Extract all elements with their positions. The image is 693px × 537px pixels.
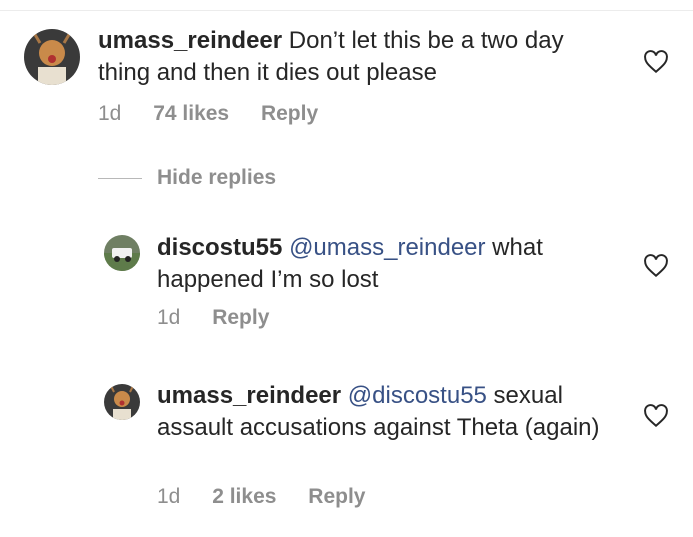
reply-time: 1d	[157, 306, 181, 329]
comment-text: umass_reindeer Don’t let this be a two d…	[98, 25, 618, 89]
reply-mention[interactable]: @discostu55	[348, 382, 487, 409]
reply-button[interactable]: Reply	[308, 485, 365, 508]
reply-meta: 1d Reply	[157, 305, 295, 331]
reply-username[interactable]: discostu55	[157, 234, 282, 261]
reply-text: umass_reindeer @discostu55 sexual assaul…	[157, 380, 612, 444]
comment-thread: umass_reindeer Don’t let this be a two d…	[0, 0, 693, 537]
reply-button[interactable]: Reply	[261, 102, 318, 125]
reply-button[interactable]: Reply	[212, 306, 269, 329]
hide-replies-button[interactable]: Hide replies	[157, 165, 276, 191]
likes-count[interactable]: 74 likes	[153, 102, 229, 125]
heart-icon[interactable]	[643, 50, 669, 74]
reply-username[interactable]: umass_reindeer	[157, 382, 341, 409]
comment-meta: 1d 74 likes Reply	[98, 101, 344, 127]
divider	[0, 10, 693, 11]
comment-username[interactable]: umass_reindeer	[98, 27, 282, 54]
likes-count[interactable]: 2 likes	[212, 485, 276, 508]
reply-mention[interactable]: @umass_reindeer	[289, 234, 485, 261]
comment-time: 1d	[98, 102, 122, 125]
reply-text: discostu55 @umass_reindeer what happened…	[157, 232, 612, 296]
hide-replies-line	[98, 178, 142, 179]
heart-icon[interactable]	[643, 254, 669, 278]
heart-icon[interactable]	[643, 404, 669, 428]
reply-time: 1d	[157, 485, 181, 508]
reindeer-avatar[interactable]	[104, 384, 140, 420]
reply-meta: 1d 2 likes Reply	[157, 484, 391, 510]
car-photo-avatar[interactable]	[104, 235, 140, 271]
reindeer-avatar[interactable]	[24, 29, 80, 85]
